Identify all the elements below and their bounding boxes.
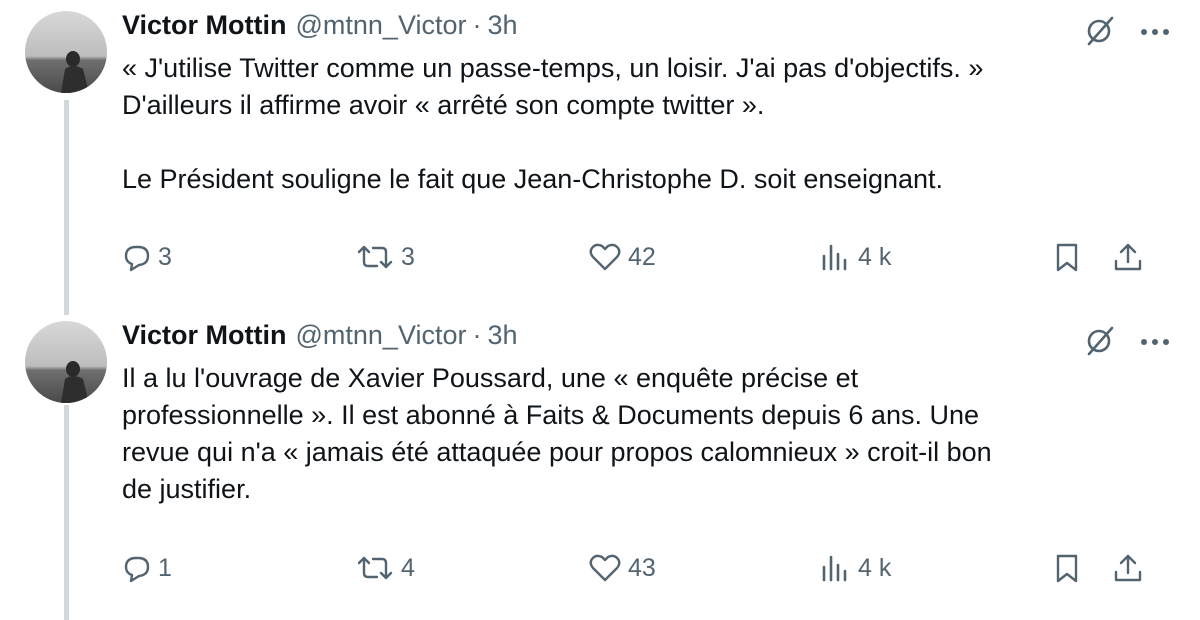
avatar[interactable] — [25, 11, 107, 93]
reply-icon — [124, 245, 150, 272]
like-button[interactable]: 42 — [588, 237, 656, 277]
reply-button[interactable]: 3 — [122, 237, 172, 277]
tweet-text-line: « J'utilise Twitter comme un passe-temps… — [122, 53, 984, 83]
tweet-text: « J'utilise Twitter comme un passe-temps… — [122, 50, 1170, 198]
repost-count: 4 — [401, 553, 415, 582]
share-button[interactable] — [1112, 548, 1144, 588]
tweet[interactable]: Victor Mottin @mtnn_Victor · 3h « J'util… — [0, 0, 1200, 310]
reply-button[interactable]: 1 — [122, 548, 172, 588]
reply-count: 1 — [158, 553, 172, 582]
tweet-text: Il a lu l'ouvrage de Xavier Poussard, un… — [122, 360, 1170, 508]
like-count: 42 — [628, 242, 656, 271]
like-icon — [589, 554, 621, 582]
views-icon — [822, 244, 847, 271]
like-button[interactable]: 43 — [588, 548, 656, 588]
views-button[interactable]: 4 k — [820, 237, 891, 277]
timestamp[interactable]: 3h — [487, 10, 517, 41]
views-button[interactable]: 4 k — [820, 548, 891, 588]
views-count: 4 k — [858, 553, 892, 582]
tweet-text-line: D'ailleurs il affirme avoir « arrêté son… — [122, 90, 765, 120]
separator: · — [472, 9, 482, 40]
repost-button[interactable]: 4 — [355, 548, 415, 588]
tweet-actions: 3 3 42 4 k — [0, 237, 1200, 277]
repost-count: 3 — [401, 242, 415, 271]
bookmark-button[interactable] — [1052, 237, 1082, 277]
author-name[interactable]: Victor Mottin — [122, 320, 287, 351]
author-handle[interactable]: @mtnn_Victor — [296, 320, 467, 351]
bookmark-icon — [1056, 554, 1078, 583]
share-icon — [1114, 554, 1142, 582]
reply-count: 3 — [158, 242, 172, 271]
avatar[interactable] — [25, 321, 107, 403]
bookmark-button[interactable] — [1052, 548, 1082, 588]
bookmark-icon — [1056, 243, 1078, 272]
tweet-text-line: de justifier. — [122, 474, 252, 504]
share-button[interactable] — [1112, 237, 1144, 277]
tweet-text-line: professionnelle ». Il est abonné à Faits… — [122, 400, 979, 430]
tweet-text-line: revue qui n'a « jamais été attaquée pour… — [122, 437, 992, 467]
share-icon — [1114, 243, 1142, 271]
timestamp[interactable]: 3h — [487, 320, 517, 351]
grok-icon[interactable] — [1084, 14, 1116, 51]
grok-icon[interactable] — [1084, 324, 1116, 361]
tweet-text-line: Le Président souligne le fait que Jean-C… — [122, 164, 944, 194]
views-count: 4 k — [858, 242, 892, 271]
repost-icon — [357, 245, 393, 269]
reply-icon — [124, 556, 150, 583]
more-icon[interactable] — [1140, 334, 1170, 352]
like-count: 43 — [628, 553, 656, 582]
views-icon — [822, 555, 847, 582]
separator: · — [472, 319, 482, 350]
repost-icon — [357, 556, 393, 580]
tweet-text-line: Il a lu l'ouvrage de Xavier Poussard, un… — [122, 363, 859, 393]
more-icon[interactable] — [1140, 24, 1170, 42]
author-name[interactable]: Victor Mottin — [122, 10, 287, 41]
tweet-actions: 1 4 43 4 k — [0, 548, 1200, 588]
repost-button[interactable]: 3 — [355, 237, 415, 277]
tweet-text-line — [122, 124, 1170, 161]
like-icon — [589, 243, 621, 271]
author-handle[interactable]: @mtnn_Victor — [296, 10, 467, 41]
tweet[interactable]: Victor Mottin @mtnn_Victor · 3h Il a lu … — [0, 310, 1200, 620]
